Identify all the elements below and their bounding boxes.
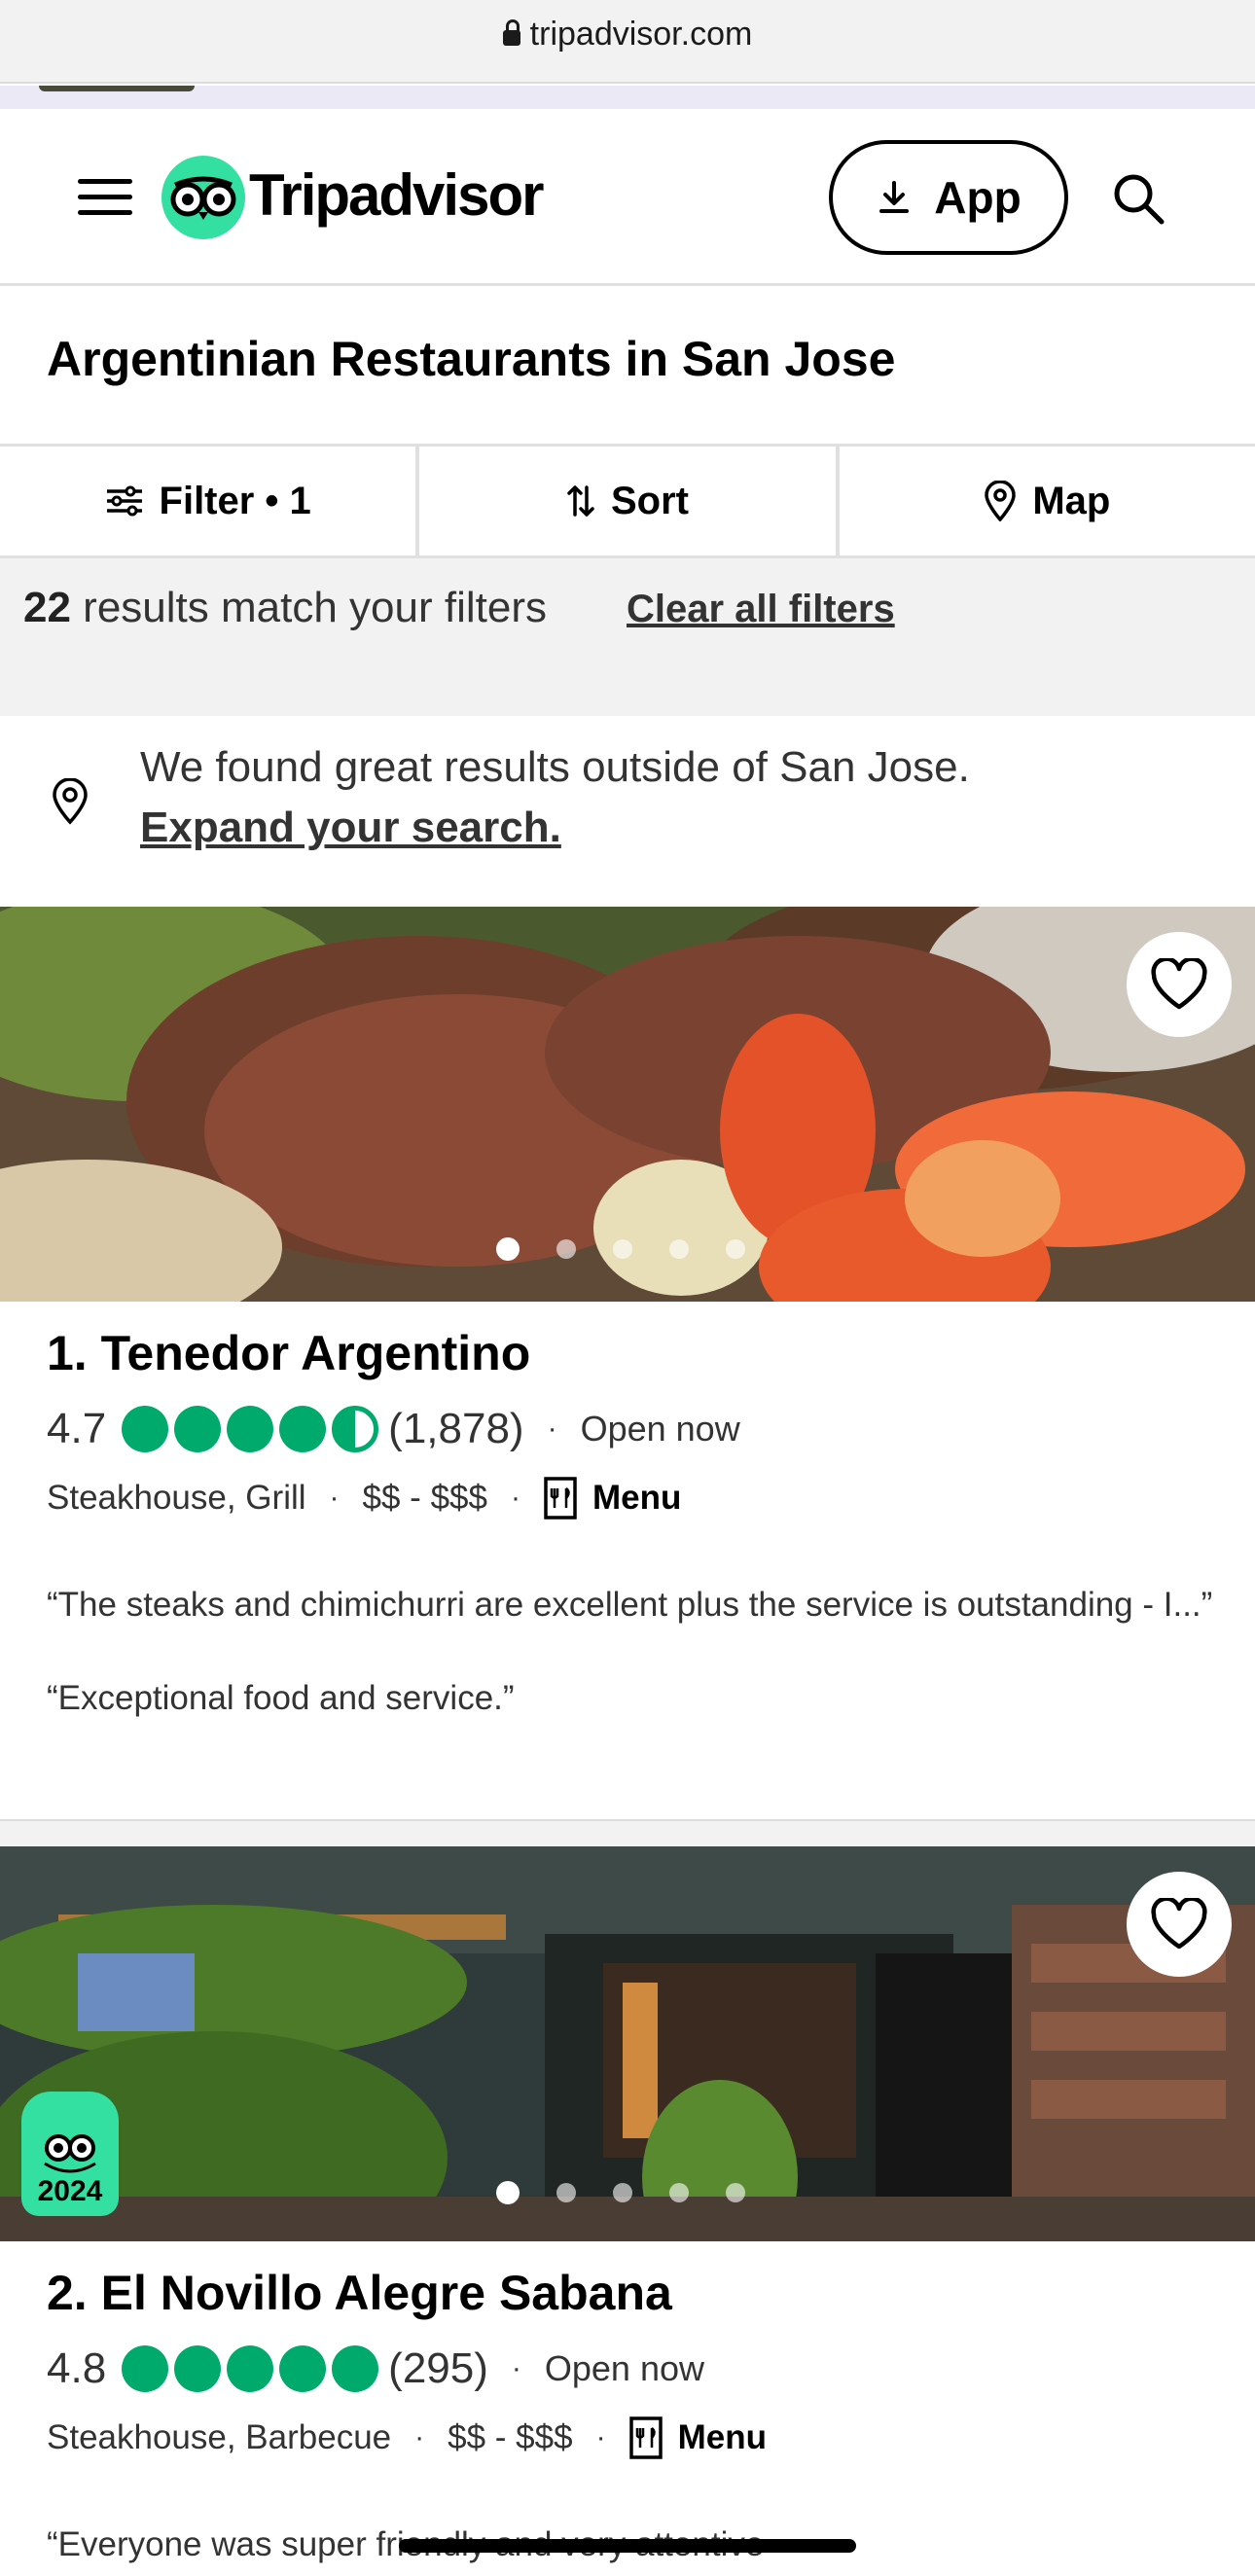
separator: · bbox=[510, 1482, 520, 1514]
card-divider bbox=[0, 1819, 1255, 1846]
carousel-dot[interactable] bbox=[496, 2181, 520, 2204]
price-range: $$ - $$$ bbox=[448, 2418, 573, 2456]
heart-icon bbox=[1151, 958, 1207, 1010]
review-count[interactable]: (1,878) bbox=[388, 1405, 523, 1453]
carousel-dot[interactable] bbox=[613, 1239, 632, 1259]
bubble bbox=[227, 1406, 274, 1452]
map-button[interactable]: Map bbox=[840, 447, 1255, 555]
sort-label: Sort bbox=[610, 479, 689, 522]
url-text: tripadvisor.com bbox=[529, 16, 753, 53]
brand-wordmark[interactable]: Tripadvisor bbox=[249, 161, 544, 229]
cuisine-row: Steakhouse, Grill · $$ - $$$ · Menu bbox=[47, 1477, 681, 1520]
filter-icon bbox=[106, 485, 142, 517]
rating-bubbles bbox=[122, 2345, 379, 2392]
rating-bubbles bbox=[122, 1406, 379, 1452]
restaurant-photo[interactable] bbox=[0, 907, 1255, 1302]
bubble bbox=[174, 1406, 222, 1452]
filter-toolbar: Filter • 1 Sort Map bbox=[0, 444, 1255, 558]
expand-search-link[interactable]: Expand your search. bbox=[140, 804, 561, 852]
review-snippet[interactable]: “The steaks and chimichurri are excellen… bbox=[47, 1582, 1214, 1628]
menu-icon bbox=[628, 2416, 663, 2459]
hamburger-icon[interactable] bbox=[78, 179, 132, 218]
menu-label: Menu bbox=[677, 2418, 767, 2456]
expand-search-banner: We found great results outside of San Jo… bbox=[0, 716, 1255, 907]
results-summary: 22 results match your filters Clear all … bbox=[0, 558, 1255, 716]
app-button-label: App bbox=[934, 172, 1022, 223]
filter-button[interactable]: Filter • 1 bbox=[0, 447, 420, 555]
carousel-dot[interactable] bbox=[556, 2183, 576, 2202]
sort-button[interactable]: Sort bbox=[419, 447, 840, 555]
open-status: Open now bbox=[544, 2348, 704, 2388]
cuisine-categories: Steakhouse, Grill bbox=[47, 1479, 306, 1517]
lock-icon bbox=[502, 19, 520, 46]
bubble bbox=[332, 2345, 379, 2392]
map-label: Map bbox=[1032, 479, 1111, 522]
rating-row: 4.7 (1,878) · Open now bbox=[47, 1405, 740, 1453]
bubble bbox=[332, 1406, 379, 1452]
carousel-dot[interactable] bbox=[669, 2183, 689, 2202]
results-count: 22 bbox=[23, 584, 71, 631]
restaurant-name[interactable]: 1. Tenedor Argentino bbox=[47, 1325, 530, 1381]
map-pin-icon bbox=[53, 778, 88, 825]
expand-message: We found great results outside of San Jo… bbox=[140, 743, 970, 791]
map-pin-icon bbox=[985, 481, 1017, 521]
open-status: Open now bbox=[580, 1409, 740, 1449]
bubble bbox=[279, 2345, 327, 2392]
carousel-dot[interactable] bbox=[613, 2183, 632, 2202]
review-snippet[interactable]: “Exceptional food and service.” bbox=[47, 1675, 1214, 1722]
separator: · bbox=[547, 1413, 557, 1445]
rating-row: 4.8 (295) · Open now bbox=[47, 2344, 704, 2393]
review-count[interactable]: (295) bbox=[388, 2344, 488, 2393]
save-heart-button[interactable] bbox=[1127, 1872, 1232, 1977]
separator: · bbox=[595, 2421, 606, 2453]
menu-label: Menu bbox=[592, 1479, 682, 1517]
app-download-button[interactable]: App bbox=[829, 140, 1068, 255]
rating-value: 4.8 bbox=[47, 2344, 107, 2392]
cuisine-categories: Steakhouse, Barbecue bbox=[47, 2418, 392, 2456]
site-header: Tripadvisor App bbox=[0, 109, 1255, 286]
restaurant-name[interactable]: 2. El Novillo Alegre Sabana bbox=[47, 2265, 672, 2321]
heart-icon bbox=[1151, 1898, 1207, 1950]
home-indicator[interactable] bbox=[399, 2539, 856, 2553]
browser-url-bar[interactable]: tripadvisor.com bbox=[0, 0, 1255, 84]
menu-link[interactable]: Menu bbox=[544, 1477, 681, 1520]
cuisine-row: Steakhouse, Barbecue · $$ - $$$ · Menu bbox=[47, 2416, 767, 2459]
rating-value: 4.7 bbox=[47, 1405, 107, 1452]
bubble bbox=[279, 1406, 327, 1452]
bubble bbox=[174, 2345, 222, 2392]
bubble bbox=[227, 2345, 274, 2392]
carousel-dot[interactable] bbox=[496, 1237, 520, 1261]
results-text: results match your filters bbox=[70, 584, 547, 631]
owl-logo-icon[interactable] bbox=[161, 156, 245, 239]
carousel-dot[interactable] bbox=[726, 2183, 745, 2202]
page-edge-strip bbox=[0, 86, 1255, 109]
photo-carousel-dots[interactable] bbox=[496, 2181, 745, 2204]
carousel-dot[interactable] bbox=[726, 1239, 745, 1259]
page-title: Argentinian Restaurants in San Jose bbox=[47, 332, 896, 386]
save-heart-button[interactable] bbox=[1127, 932, 1232, 1037]
strip-shadow bbox=[39, 86, 195, 91]
owl-logo-icon bbox=[44, 2134, 96, 2173]
results-count-line: 22 results match your filters bbox=[23, 584, 547, 632]
url-text-container: tripadvisor.com bbox=[0, 16, 1255, 54]
menu-link[interactable]: Menu bbox=[628, 2416, 767, 2459]
bubble bbox=[122, 1406, 169, 1452]
award-year: 2024 bbox=[37, 2175, 103, 2207]
photo-carousel-dots[interactable] bbox=[496, 1237, 745, 1261]
search-icon[interactable] bbox=[1109, 169, 1167, 228]
bubble bbox=[122, 2345, 169, 2392]
carousel-dot[interactable] bbox=[556, 1239, 576, 1259]
sort-icon bbox=[567, 485, 594, 517]
separator: · bbox=[414, 2421, 425, 2453]
price-range: $$ - $$$ bbox=[362, 1479, 487, 1517]
separator: · bbox=[329, 1482, 340, 1514]
travelers-choice-badge: 2024 bbox=[21, 2092, 119, 2216]
filter-label: Filter • 1 bbox=[159, 479, 311, 522]
carousel-dot[interactable] bbox=[669, 1239, 689, 1259]
separator: · bbox=[511, 2352, 521, 2384]
menu-icon bbox=[544, 1477, 577, 1520]
download-icon bbox=[879, 181, 910, 213]
restaurant-photo[interactable]: 2024 bbox=[0, 1846, 1255, 2241]
clear-all-filters-link[interactable]: Clear all filters bbox=[627, 588, 895, 631]
